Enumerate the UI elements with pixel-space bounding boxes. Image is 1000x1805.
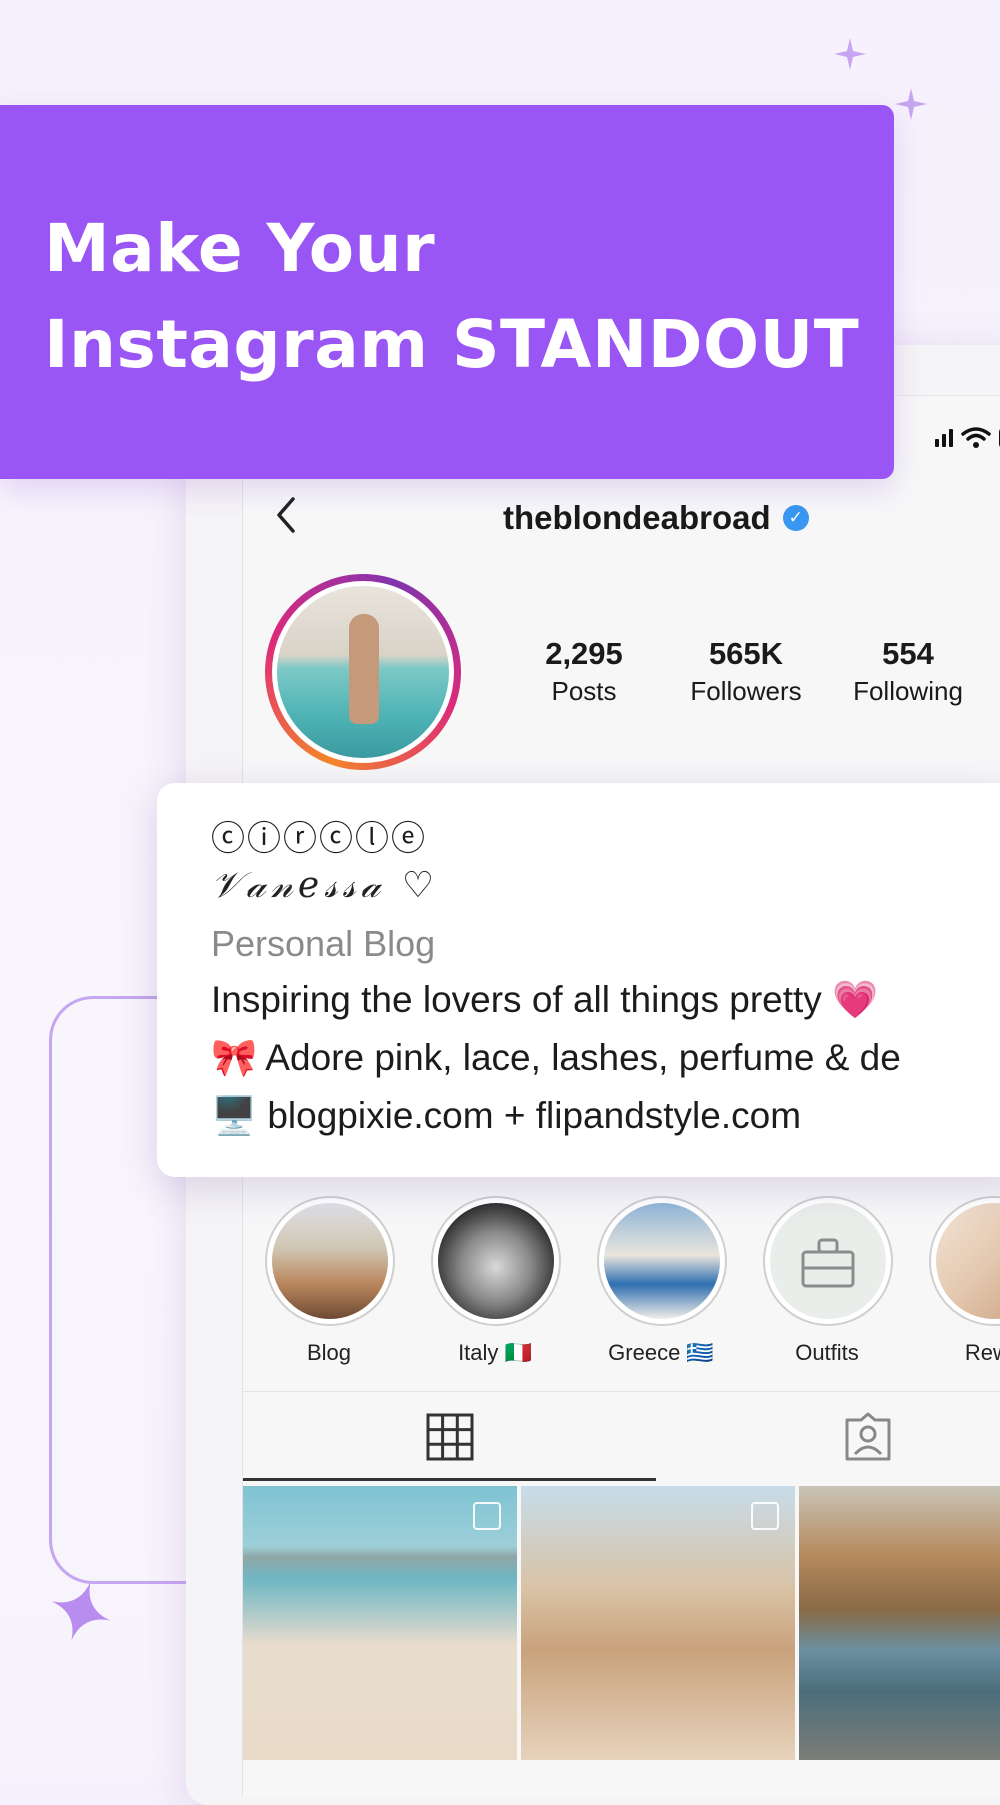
multiple-photos-icon <box>751 1502 779 1530</box>
followers-label: Followers <box>690 676 802 706</box>
bio-card: ⓒⓘⓡⓒⓛⓔ 𝒱𝒶𝓃𝑒𝓈𝓈𝒶 ♡ Personal Blog Inspiring… <box>157 783 1000 1177</box>
post-pyramids[interactable] <box>521 1486 795 1760</box>
bio-text-line: 🎀 Adore pink, lace, lashes, perfume & de <box>211 1037 901 1078</box>
stat-posts[interactable]: 2,295 Posts <box>503 636 665 707</box>
back-button[interactable] <box>273 495 299 542</box>
username-text: theblondeabroad <box>503 499 771 536</box>
headline-line-2: Instagram STANDOUT <box>44 306 860 383</box>
status-bar <box>935 426 1000 450</box>
bio-circle-name: ⓒⓘⓡⓒⓛⓔ <box>211 819 427 859</box>
verified-badge-icon: ✓ <box>782 505 809 531</box>
wifi-icon <box>961 427 991 448</box>
post-florence[interactable] <box>799 1486 1000 1760</box>
highlight-rewards-image <box>936 1203 1000 1319</box>
bio-display-name: 𝒱𝒶𝓃𝑒𝓈𝓈𝒶 ♡ <box>211 865 440 906</box>
highlight-blog[interactable]: Blog <box>265 1196 395 1366</box>
stat-followers[interactable]: 565K Followers <box>665 636 827 707</box>
highlight-outfits-image <box>770 1203 886 1319</box>
tab-grid[interactable] <box>425 1412 475 1462</box>
following-count: 554 <box>882 636 934 671</box>
posts-count: 2,295 <box>545 636 623 671</box>
bio-category: Personal Blog <box>211 923 436 964</box>
story-highlights: Blog Italy 🇮🇹 Greece 🇬🇷 Outfits Rewa <box>265 1196 1000 1366</box>
profile-header: theblondeabroad ✓ <box>243 491 1000 551</box>
sparkle-large-bottom-icon <box>46 1576 116 1646</box>
followers-count: 565K <box>708 636 784 671</box>
profile-tabs <box>243 1391 1000 1482</box>
highlight-greece-image <box>604 1203 720 1319</box>
highlight-label: Greece 🇬🇷 <box>608 1340 714 1365</box>
highlight-greece[interactable]: Greece 🇬🇷 <box>597 1196 727 1366</box>
sparkle-small-right-icon <box>893 86 929 122</box>
tagged-person-icon <box>845 1412 891 1461</box>
post-beach[interactable] <box>243 1486 517 1760</box>
headline-line-1: Make Your <box>44 210 436 287</box>
highlight-outfits[interactable]: Outfits <box>763 1196 893 1366</box>
multiple-photos-icon <box>473 1502 501 1530</box>
highlight-label: Outfits <box>795 1340 859 1365</box>
highlight-label: Blog <box>306 1340 352 1365</box>
signal-icon <box>935 429 953 447</box>
headline: Make Your Instagram STANDOUT <box>44 201 859 393</box>
highlight-blog-image <box>272 1203 388 1319</box>
stat-following[interactable]: 554 Following <box>827 636 989 707</box>
active-tab-indicator <box>243 1478 656 1481</box>
sparkle-small-top-icon <box>832 36 868 72</box>
headline-banner: Make Your Instagram STANDOUT <box>0 105 894 479</box>
highlight-rewards[interactable]: Rewa <box>929 1196 1000 1366</box>
bio-text-line: Inspiring the lovers of all things prett… <box>211 979 879 1020</box>
chevron-left-icon <box>277 497 295 533</box>
post-grid <box>243 1486 1000 1760</box>
profile-username: theblondeabroad ✓ <box>503 499 809 537</box>
tab-tagged[interactable] <box>843 1412 893 1462</box>
profile-stats: 2,295 Posts 565K Followers 554 Following <box>503 636 989 707</box>
highlight-label: Rewa <box>964 1340 1000 1365</box>
grid-icon <box>426 1413 474 1461</box>
highlight-italy-image <box>438 1203 554 1319</box>
suitcase-icon <box>801 1238 855 1288</box>
posts-label: Posts <box>551 676 617 706</box>
following-label: Following <box>853 676 963 706</box>
bio-link-line[interactable]: 🖥️ blogpixie.com + flipandstyle.com <box>211 1095 801 1138</box>
avatar-photo <box>277 586 449 758</box>
profile-avatar[interactable] <box>265 574 461 770</box>
highlight-italy[interactable]: Italy 🇮🇹 <box>431 1196 561 1366</box>
highlight-label: Italy 🇮🇹 <box>458 1340 532 1365</box>
